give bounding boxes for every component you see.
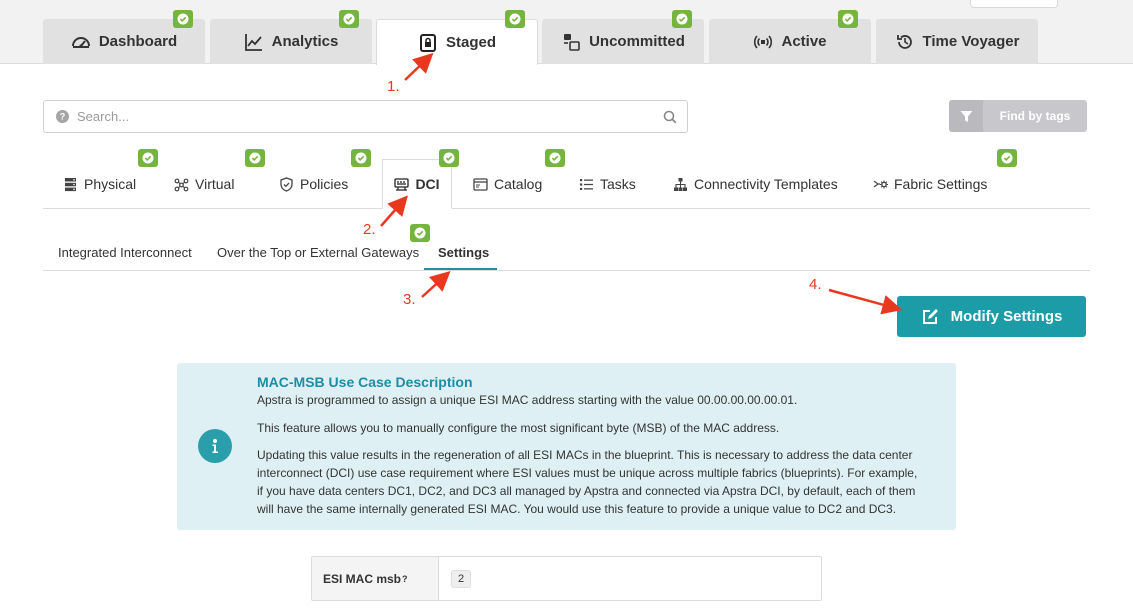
arrow-step-2 [380, 195, 408, 227]
arrow-step-3 [421, 270, 451, 298]
arrow-step-1 [404, 52, 434, 81]
arrow-step-4 [828, 288, 903, 315]
annotation-arrows [380, 52, 903, 315]
